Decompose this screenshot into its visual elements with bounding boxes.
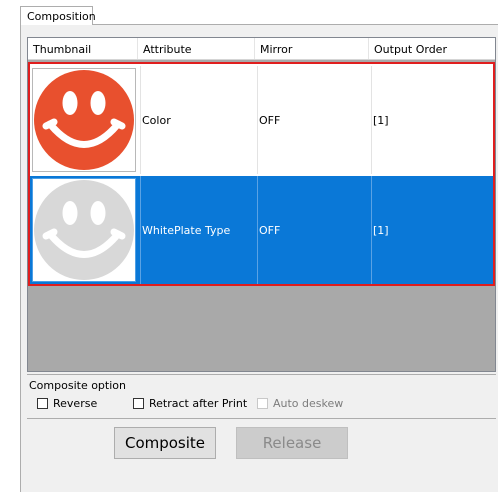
thumbnail (32, 178, 136, 282)
column-header-mirror[interactable]: Mirror (255, 38, 369, 59)
cell-attribute: WhitePlate Type (142, 223, 231, 237)
composite-option-title: Composite option (29, 379, 126, 392)
cell-mirror: OFF (259, 223, 281, 237)
cell-output-order: [1] (373, 223, 389, 237)
cell-output-order: [1] (373, 113, 389, 127)
column-header-output-order[interactable]: Output Order (369, 38, 495, 59)
smiley-face-icon (34, 70, 134, 170)
retract-after-print-checkbox[interactable]: Retract after Print (133, 397, 247, 410)
table-row[interactable]: Color OFF [1] (30, 66, 493, 174)
list-header: Thumbnail Attribute Mirror Output Order (28, 38, 495, 60)
layer-list[interactable]: Thumbnail Attribute Mirror Output Order (27, 37, 496, 372)
checkbox-box[interactable] (37, 398, 48, 409)
reverse-checkbox[interactable]: Reverse (37, 397, 97, 410)
checkbox-box[interactable] (133, 398, 144, 409)
tab-composition[interactable]: Composition (20, 6, 96, 25)
column-header-thumbnail[interactable]: Thumbnail (28, 38, 138, 59)
cell-mirror: OFF (259, 113, 281, 127)
smiley-face-icon (34, 180, 134, 280)
column-header-attribute[interactable]: Attribute (138, 38, 255, 59)
composite-option-group: Composite option Reverse Retract after P… (27, 374, 496, 419)
auto-deskew-checkbox: Auto deskew (257, 397, 343, 410)
table-row-selected[interactable]: WhitePlate Type OFF [1] (30, 176, 493, 284)
composition-panel: Thumbnail Attribute Mirror Output Order (20, 24, 498, 492)
layer-rows-frame: Color OFF [1] WhitePlate Type OFF [1] (28, 62, 495, 286)
composite-button[interactable]: Composite (114, 427, 216, 459)
release-button: Release (236, 427, 348, 459)
tab-label: Composition (27, 10, 96, 23)
cell-attribute: Color (142, 113, 171, 127)
checkbox-box (257, 398, 268, 409)
thumbnail (32, 68, 136, 172)
